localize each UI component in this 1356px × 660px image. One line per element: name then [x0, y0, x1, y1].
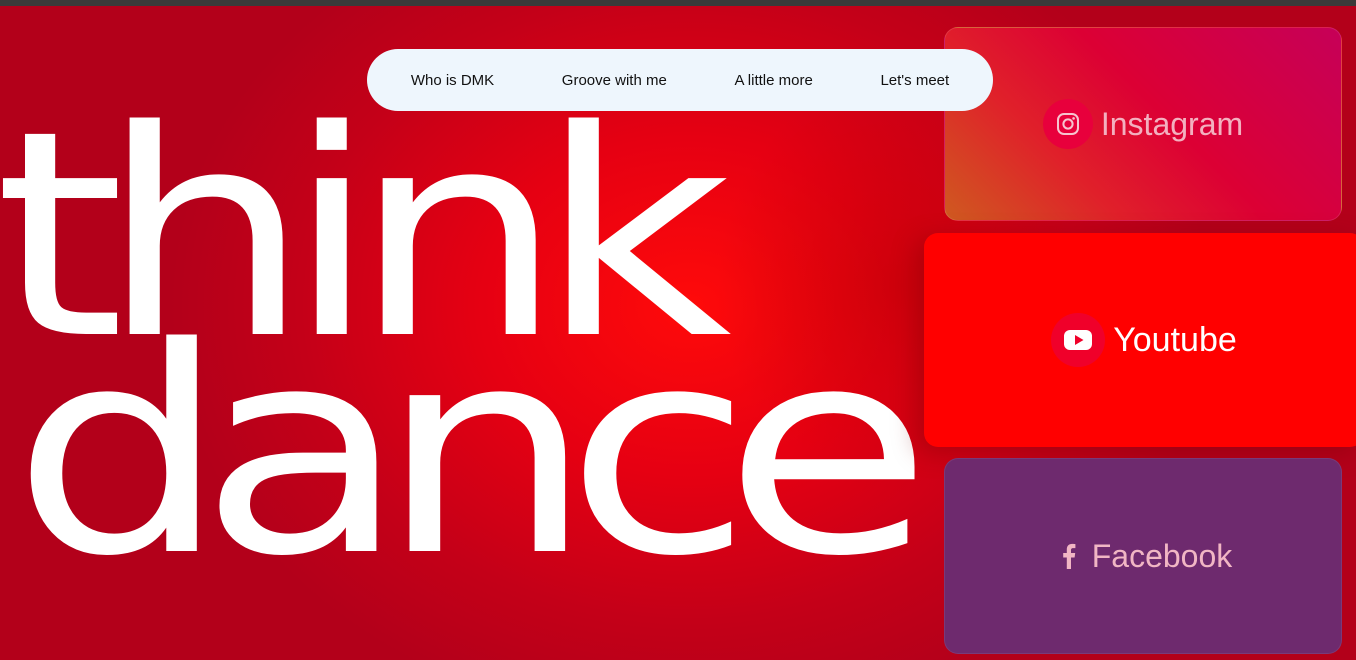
facebook-card[interactable]: Facebook	[944, 458, 1342, 654]
instagram-icon	[1042, 99, 1093, 149]
facebook-icon	[1054, 531, 1084, 581]
nav-link-who-is-dmk[interactable]: Who is DMK	[411, 72, 494, 89]
nav-link-a-little-more[interactable]: A little more	[734, 72, 812, 89]
nav-link-groove-with-me[interactable]: Groove with me	[562, 72, 667, 89]
youtube-label: Youtube	[1113, 320, 1237, 359]
hero-section: think dance Who is DMK Groove with me A …	[0, 6, 1356, 660]
facebook-label: Facebook	[1091, 537, 1233, 574]
instagram-label: Instagram	[1100, 105, 1244, 142]
youtube-card[interactable]: Youtube	[924, 233, 1356, 447]
youtube-icon	[1051, 313, 1106, 367]
instagram-card[interactable]: Instagram	[944, 27, 1342, 221]
nav-link-lets-meet[interactable]: Let's meet	[880, 72, 949, 89]
main-navigation: Who is DMK Groove with me A little more …	[367, 49, 993, 111]
hero-line-dance: dance	[12, 287, 915, 619]
